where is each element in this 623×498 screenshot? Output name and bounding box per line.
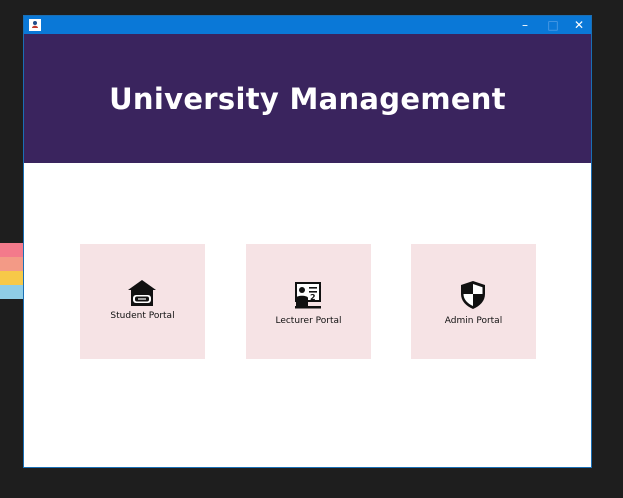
java-app-icon <box>29 19 41 31</box>
lecturer-portal-label: Lecturer Portal <box>275 316 342 326</box>
background-strip-blue <box>0 285 23 299</box>
page-title: University Management <box>109 81 506 116</box>
title-bar[interactable]: – □ ✕ <box>24 16 591 34</box>
minimize-button[interactable]: – <box>511 16 539 34</box>
svg-text:2: 2 <box>310 293 316 302</box>
background-strip-yellow <box>0 271 23 285</box>
header-banner: University Management <box>24 34 591 163</box>
lecturer-board-icon: 2 <box>295 282 321 309</box>
maximize-button[interactable]: □ <box>539 16 567 34</box>
student-portal-label: Student Portal <box>110 311 175 321</box>
background-strip-salmon <box>0 257 23 271</box>
close-button[interactable]: ✕ <box>565 16 593 34</box>
student-home-icon <box>128 280 156 306</box>
admin-portal-button[interactable]: Admin Portal <box>411 244 536 359</box>
student-portal-button[interactable]: Student Portal <box>80 244 205 359</box>
lecturer-portal-button[interactable]: 2 Lecturer Portal <box>246 244 371 359</box>
admin-portal-label: Admin Portal <box>444 316 503 326</box>
shield-icon <box>461 281 485 309</box>
background-strip-pink <box>0 243 23 257</box>
app-window: – □ ✕ University Management Student Port… <box>23 15 592 468</box>
